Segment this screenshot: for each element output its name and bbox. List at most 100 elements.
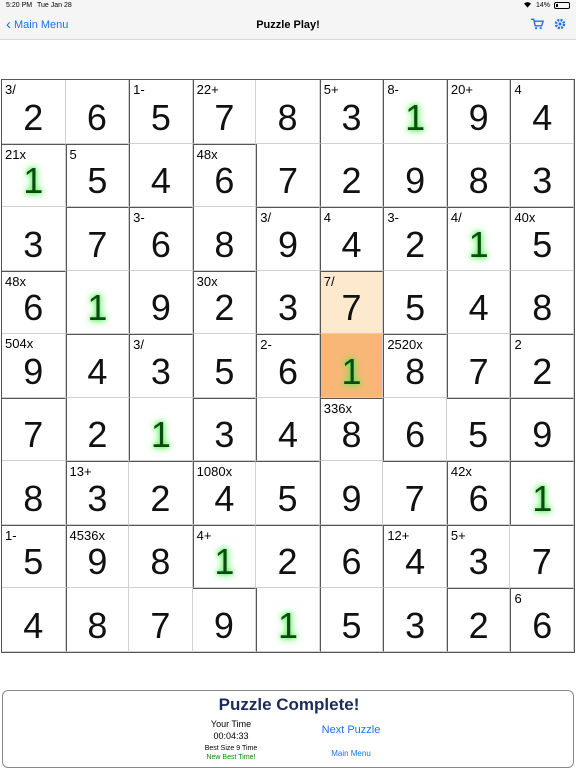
grid-cell[interactable]: 1: [510, 461, 574, 525]
cage-clue: 5: [69, 146, 77, 162]
grid-cell[interactable]: 5: [446, 397, 511, 462]
grid-cell[interactable]: 7/7: [319, 270, 384, 335]
grid-cell[interactable]: 30x 2: [192, 270, 257, 335]
grid-cell[interactable]: 5: [256, 461, 320, 525]
cell-value: 2: [87, 414, 108, 456]
grid-cell[interactable]: 8: [129, 524, 193, 589]
grid-cell[interactable]: 3: [256, 270, 320, 335]
grid-cell[interactable]: 42x 6: [446, 461, 511, 525]
grid-cell[interactable]: 9: [319, 461, 384, 525]
grid-cell[interactable]: 8- 1: [383, 80, 447, 144]
grid-cell[interactable]: 21x 1: [2, 143, 66, 208]
grid-cell[interactable]: 7: [256, 143, 320, 208]
grid-cell[interactable]: 4536x 9: [65, 524, 130, 589]
cell-value: 4: [87, 350, 108, 392]
grid-cell[interactable]: 4/1: [446, 207, 511, 271]
grid-cell[interactable]: 504x 9: [2, 334, 66, 398]
grid-cell[interactable]: 22: [510, 334, 574, 398]
cell-value: 8: [405, 350, 426, 392]
cell-value: 6: [405, 414, 426, 456]
grid-cell[interactable]: 3/3: [129, 334, 193, 398]
grid-cell[interactable]: 7: [2, 397, 66, 462]
grid-cell[interactable]: 5+ 3: [446, 524, 511, 589]
grid-cell[interactable]: 66: [510, 588, 574, 652]
grid-cell[interactable]: 5: [319, 588, 384, 652]
grid-cell[interactable]: 7: [129, 588, 193, 652]
grid-cell[interactable]: 12+ 4: [383, 524, 447, 589]
grid-cell[interactable]: 2: [446, 588, 511, 652]
main-menu-button[interactable]: Main Menu: [303, 749, 399, 758]
grid-cell[interactable]: 4: [446, 270, 511, 335]
cage-clue: 1-: [133, 82, 145, 97]
grid-cell[interactable]: 20+ 9: [446, 80, 511, 144]
cell-value: 5: [214, 350, 235, 392]
grid-cell[interactable]: 3: [510, 143, 574, 208]
cell-value: 2: [468, 605, 489, 646]
grid-cell[interactable]: 1- 5: [2, 524, 66, 589]
grid-cell[interactable]: 44: [319, 207, 384, 271]
grid-cell[interactable]: 3- 6: [129, 207, 193, 271]
grid-cell[interactable]: 1: [65, 270, 130, 335]
grid-cell[interactable]: 6: [383, 397, 447, 462]
grid-cell[interactable]: 8: [65, 588, 130, 652]
grid-cell[interactable]: 2: [256, 524, 320, 589]
grid-cell[interactable]: 1080x 4: [192, 461, 257, 525]
next-puzzle-button[interactable]: Next Puzzle: [303, 724, 399, 736]
gear-icon[interactable]: [554, 18, 566, 33]
grid-cell[interactable]: 48x 6: [2, 270, 66, 335]
grid-cell[interactable]: 8: [256, 80, 320, 144]
grid-cell[interactable]: 9: [383, 143, 447, 208]
grid-cell[interactable]: 40x 5: [510, 207, 574, 271]
grid-cell[interactable]: 2- 6: [256, 334, 320, 398]
grid-cell[interactable]: 1: [319, 334, 384, 398]
grid-cell[interactable]: 4: [65, 334, 130, 398]
your-time-value: 00:04:33: [213, 731, 249, 741]
grid-cell[interactable]: 9: [192, 588, 257, 652]
grid-cell[interactable]: 7: [510, 524, 574, 589]
grid-cell[interactable]: 4: [2, 588, 66, 652]
grid-cell[interactable]: 6: [319, 524, 384, 589]
grid-cell[interactable]: 7: [446, 334, 511, 398]
grid-cell[interactable]: 22+ 7: [192, 80, 257, 144]
grid-cell[interactable]: 7: [65, 207, 130, 271]
cell-value: 3: [87, 477, 108, 519]
grid-cell[interactable]: 5+ 3: [319, 80, 384, 144]
grid-cell[interactable]: 3- 2: [383, 207, 447, 271]
grid-cell[interactable]: 2520x 8: [383, 334, 447, 398]
grid-cell[interactable]: 48x 6: [192, 143, 257, 208]
cart-icon[interactable]: [531, 18, 545, 33]
grid-cell[interactable]: 8: [446, 143, 511, 208]
cell-value: 6: [341, 541, 362, 583]
cell-value: 3: [150, 350, 171, 392]
grid-cell[interactable]: 7: [383, 461, 447, 525]
grid-cell[interactable]: 1: [129, 397, 193, 462]
grid-cell[interactable]: 3: [383, 588, 447, 652]
grid-cell[interactable]: 3/9: [256, 207, 320, 271]
grid-cell[interactable]: 9: [129, 270, 193, 335]
grid-cell[interactable]: 8: [2, 461, 66, 525]
cage-clue: 3/: [260, 210, 272, 226]
grid-cell[interactable]: 6: [65, 80, 130, 144]
grid-cell[interactable]: 5: [383, 270, 447, 335]
grid-cell[interactable]: 5: [192, 334, 257, 398]
grid-cell[interactable]: 3/2: [2, 80, 66, 144]
cell-value: 5: [468, 414, 489, 456]
grid-cell[interactable]: 8: [510, 270, 574, 335]
grid-cell[interactable]: 336x 8: [319, 397, 384, 462]
grid-cell[interactable]: 55: [65, 143, 130, 208]
grid-cell[interactable]: 3: [192, 397, 257, 462]
grid-cell[interactable]: 9: [510, 397, 574, 462]
cage-clue: 4: [323, 210, 331, 226]
grid-cell[interactable]: 2: [129, 461, 193, 525]
grid-cell[interactable]: 3: [2, 207, 66, 271]
grid-cell[interactable]: 8: [192, 207, 257, 271]
grid-cell[interactable]: 4: [256, 397, 320, 462]
grid-cell[interactable]: 44: [510, 80, 574, 144]
grid-cell[interactable]: 2: [319, 143, 384, 208]
grid-cell[interactable]: 13+ 3: [65, 461, 130, 525]
grid-cell[interactable]: 4+ 1: [192, 524, 257, 589]
grid-cell[interactable]: 4: [129, 143, 193, 208]
grid-cell[interactable]: 1- 5: [129, 80, 193, 144]
grid-cell[interactable]: 1: [256, 588, 320, 652]
grid-cell[interactable]: 2: [65, 397, 130, 462]
